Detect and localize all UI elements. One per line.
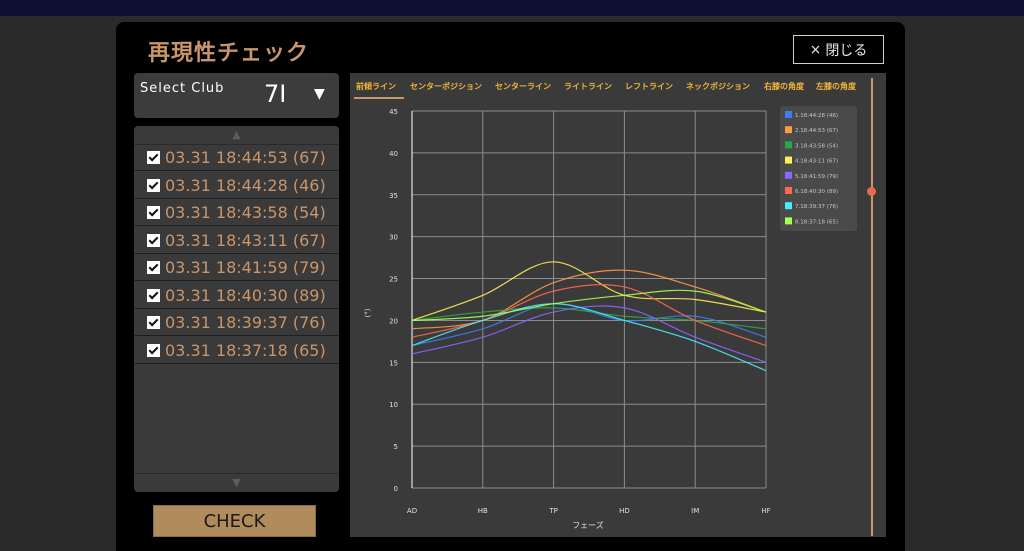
x-tick-label: HD (619, 507, 630, 515)
close-icon: × (809, 41, 822, 58)
shot-list-item[interactable]: 03.31 18:37:18 (65) (134, 337, 339, 364)
x-tick-label: HF (761, 507, 770, 515)
legend-swatch (785, 111, 792, 118)
x-tick-label: IM (691, 507, 699, 515)
chevron-down-icon: ▼ (314, 86, 325, 102)
legend-swatch (785, 202, 792, 210)
legend-swatch (785, 217, 792, 225)
shot-checkbox[interactable] (147, 150, 160, 164)
legend-label: 2.18:44:53 (67) (795, 128, 838, 134)
legend-box (780, 106, 857, 231)
shot-label: 03.31 18:41:59 (79) (165, 257, 326, 277)
club-select-dropdown[interactable]: Select Club 7I ▼ (134, 73, 339, 118)
legend-label: 6.18:40:30 (89) (795, 189, 838, 195)
legend-label: 4.18:43:11 (67) (795, 159, 838, 165)
x-tick-label: AD (407, 507, 417, 515)
legend-swatch (785, 126, 792, 134)
page-title: 再現性チェック (148, 41, 310, 66)
y-tick-label: 0 (394, 485, 398, 493)
legend-label: 8.18:37:18 (65) (795, 219, 838, 225)
shot-list-item[interactable]: 03.31 18:40:30 (89) (134, 282, 339, 309)
club-select-label: Select Club (140, 81, 225, 96)
shot-checkbox[interactable] (147, 233, 160, 247)
legend-label: 1.18:44:28 (46) (795, 113, 838, 119)
legend-swatch (785, 171, 792, 179)
shot-list-item[interactable]: 03.31 18:41:59 (79) (134, 254, 339, 281)
shot-checkbox[interactable] (147, 178, 160, 192)
vertical-slider-thumb[interactable] (867, 187, 876, 196)
y-tick-label: 35 (389, 192, 398, 200)
shot-checkbox[interactable] (147, 343, 160, 357)
club-select-value: 7I (264, 80, 287, 108)
legend-label: 7.18:39:37 (76) (795, 204, 838, 210)
shot-checkbox[interactable] (147, 260, 160, 274)
y-axis-label: (°) (364, 308, 372, 317)
y-tick-label: 40 (389, 150, 398, 158)
shot-list: ▲ 03.31 18:44:53 (67) 03.31 18:44:28 (46… (134, 126, 339, 492)
x-tick-label: TP (548, 507, 558, 515)
chart-panel: 前傾ライン センターポジション センターライン ライトライン レフトライン ネッ… (350, 73, 886, 537)
shot-list-item[interactable]: 03.31 18:44:28 (46) (134, 172, 339, 199)
shot-label: 03.31 18:37:18 (65) (165, 340, 326, 360)
window-top-bar (0, 0, 1024, 16)
shot-list-item[interactable]: 03.31 18:44:53 (67) (134, 144, 339, 171)
legend-label: 3.18:43:58 (54) (795, 143, 838, 149)
shot-list-item[interactable]: 03.31 18:43:58 (54) (134, 199, 339, 226)
y-tick-label: 25 (389, 276, 398, 284)
legend-swatch (785, 141, 792, 149)
y-tick-label: 15 (389, 359, 398, 367)
shot-label: 03.31 18:40:30 (89) (165, 285, 326, 305)
shot-label: 03.31 18:43:11 (67) (165, 230, 326, 250)
shot-checkbox[interactable] (147, 205, 160, 219)
shot-list-item[interactable]: 03.31 18:39:37 (76) (134, 309, 339, 336)
x-tick-label: HB (478, 507, 488, 515)
shot-checkbox[interactable] (147, 288, 160, 302)
legend-swatch (785, 187, 792, 194)
scroll-up-button[interactable]: ▲ (134, 126, 339, 145)
shot-label: 03.31 18:44:53 (67) (165, 147, 326, 167)
y-tick-label: 20 (389, 317, 398, 325)
y-tick-label: 30 (389, 234, 398, 242)
shot-checkbox[interactable] (147, 315, 160, 329)
legend-swatch (785, 156, 792, 164)
legend-label: 5.18:41:59 (79) (795, 174, 838, 180)
close-button[interactable]: × 閉じる (793, 35, 884, 64)
shot-label: 03.31 18:44:28 (46) (165, 175, 326, 195)
vertical-slider-track (871, 78, 873, 536)
y-tick-label: 10 (389, 401, 398, 409)
y-tick-label: 45 (389, 108, 398, 116)
line-chart: 0 5 10 15 20 25 30 35 40 45 AD HB TP HD IM HF フェーズ (°) 1.1… (364, 106, 857, 530)
scroll-down-button[interactable]: ▼ (134, 473, 339, 492)
shot-label: 03.31 18:39:37 (76) (165, 312, 326, 332)
shot-label: 03.31 18:43:58 (54) (165, 202, 326, 222)
series-line-6 (411, 284, 767, 347)
series-line-8 (411, 289, 767, 322)
check-button[interactable]: CHECK (153, 505, 316, 537)
close-button-label: 閉じる (825, 42, 868, 59)
x-axis-label: フェーズ (572, 520, 604, 530)
y-tick-label: 5 (394, 443, 398, 451)
shot-list-item[interactable]: 03.31 18:43:11 (67) (134, 227, 339, 254)
